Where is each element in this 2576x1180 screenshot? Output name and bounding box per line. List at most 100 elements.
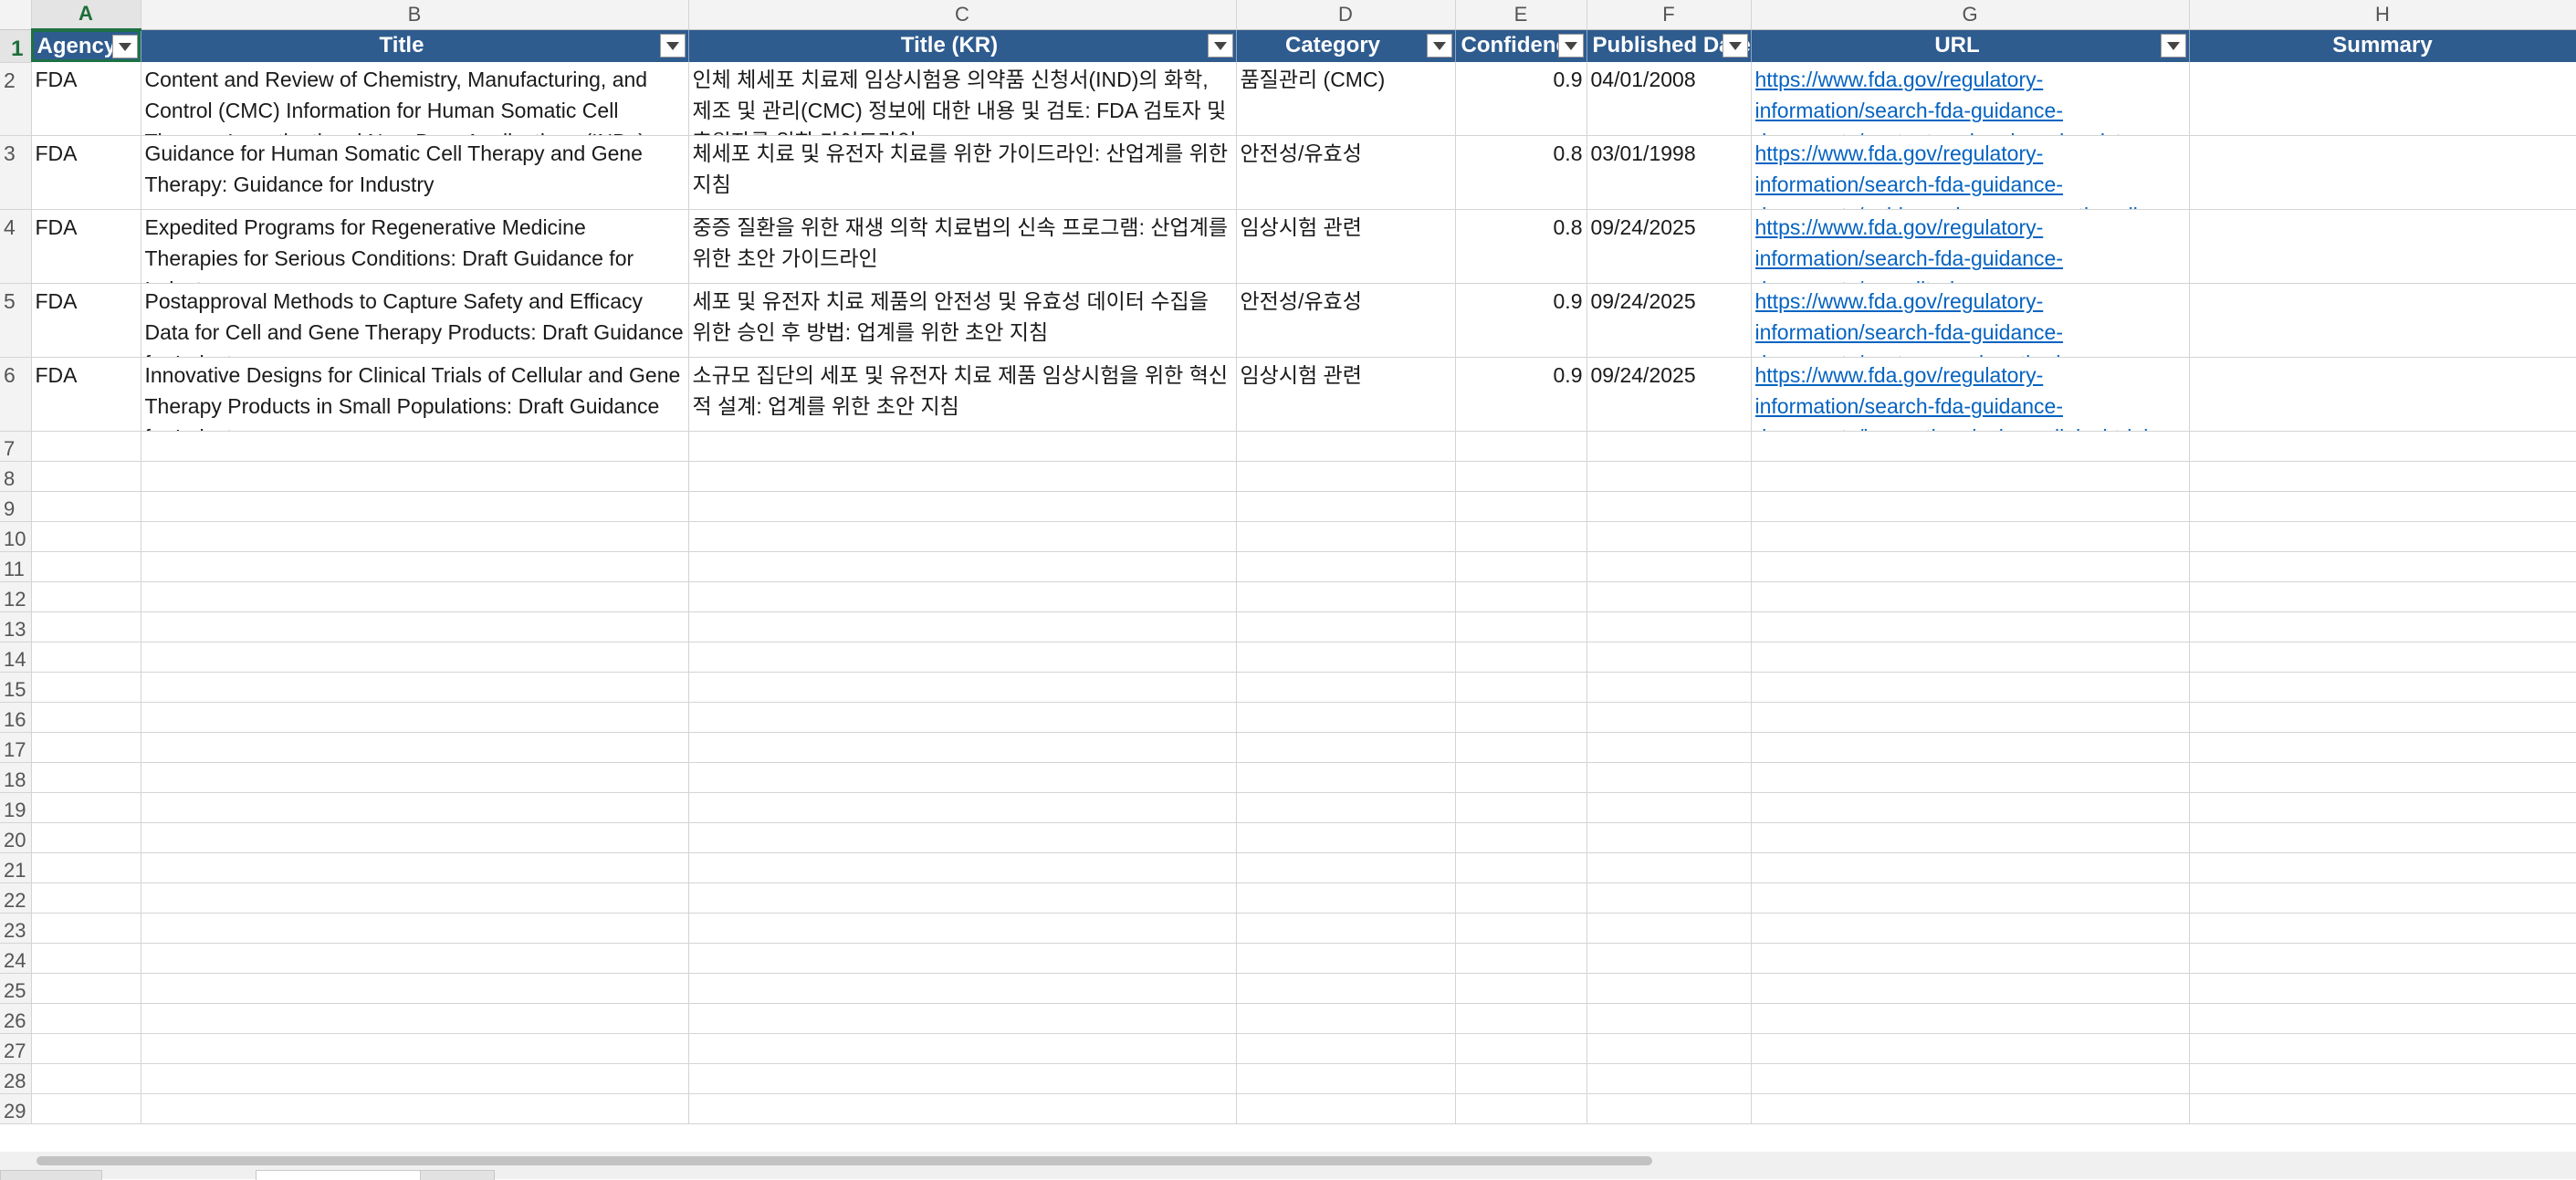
empty-cell[interactable] [2189,431,2576,462]
empty-cell[interactable] [141,852,689,883]
row-number[interactable]: 8 [0,461,32,492]
empty-cell[interactable] [1586,1063,1752,1094]
empty-cell[interactable] [1236,581,1456,612]
sheet-tab[interactable] [256,1170,422,1180]
empty-cell[interactable] [2189,611,2576,642]
empty-cell[interactable] [688,611,1237,642]
empty-cell[interactable] [1586,431,1752,462]
empty-cell[interactable] [1586,521,1752,552]
cell-title-kr[interactable]: 체세포 치료 및 유전자 치료를 위한 가이드라인: 산업계를 위한 지침 [688,135,1237,210]
empty-cell[interactable] [1586,702,1752,733]
empty-cell[interactable] [31,732,141,763]
filter-dropdown-icon[interactable] [1426,33,1452,57]
cell-agency[interactable]: FDA [31,135,141,210]
cell-summary[interactable] [2189,357,2576,432]
empty-cell[interactable] [141,943,689,974]
empty-cell[interactable] [31,762,141,793]
empty-cell[interactable] [1751,792,2190,823]
column-header-f[interactable]: F [1586,0,1752,30]
empty-cell[interactable] [31,672,141,703]
empty-cell[interactable] [1586,762,1752,793]
row-number[interactable]: 9 [0,491,32,522]
empty-cell[interactable] [31,913,141,944]
row-number[interactable]: 21 [0,852,32,883]
empty-cell[interactable] [2189,642,2576,673]
empty-cell[interactable] [2189,1063,2576,1094]
empty-cell[interactable] [1236,732,1456,763]
empty-cell[interactable] [2189,732,2576,763]
row-number[interactable]: 24 [0,943,32,974]
row-number[interactable]: 27 [0,1033,32,1064]
empty-cell[interactable] [1751,672,2190,703]
row-number[interactable]: 25 [0,973,32,1004]
header-cell-published-date[interactable]: Published Date [1586,29,1752,62]
column-header-d[interactable]: D [1236,0,1456,30]
empty-cell[interactable] [688,521,1237,552]
empty-cell[interactable] [1455,672,1587,703]
empty-cell[interactable] [1751,702,2190,733]
cell-summary[interactable] [2189,135,2576,210]
empty-cell[interactable] [31,822,141,853]
empty-cell[interactable] [1586,732,1752,763]
column-header-b[interactable]: B [141,0,689,30]
empty-cell[interactable] [688,852,1237,883]
cell-confidence[interactable]: 0.9 [1455,357,1587,432]
column-header-h[interactable]: H [2189,0,2576,30]
header-cell-title[interactable]: Title [141,29,689,62]
empty-cell[interactable] [1236,521,1456,552]
empty-cell[interactable] [1751,551,2190,582]
empty-cell[interactable] [1236,943,1456,974]
empty-cell[interactable] [141,1003,689,1034]
empty-cell[interactable] [1236,672,1456,703]
row-number[interactable]: 16 [0,702,32,733]
empty-cell[interactable] [141,672,689,703]
filter-dropdown-icon[interactable] [111,34,138,58]
empty-cell[interactable] [1586,461,1752,492]
empty-cell[interactable] [31,581,141,612]
cell-published-date[interactable]: 03/01/1998 [1586,135,1752,210]
empty-cell[interactable] [141,491,689,522]
empty-cell[interactable] [1751,642,2190,673]
empty-cell[interactable] [1455,852,1587,883]
empty-cell[interactable] [31,702,141,733]
cell-published-date[interactable]: 09/24/2025 [1586,357,1752,432]
empty-cell[interactable] [1455,491,1587,522]
empty-cell[interactable] [1586,611,1752,642]
select-all-corner[interactable] [0,0,32,30]
empty-cell[interactable] [2189,672,2576,703]
column-header-c[interactable]: C [688,0,1237,30]
header-cell-summary[interactable]: Summary [2189,29,2576,62]
empty-cell[interactable] [1751,521,2190,552]
empty-cell[interactable] [1236,882,1456,914]
row-number[interactable]: 7 [0,431,32,462]
empty-cell[interactable] [141,702,689,733]
row-number[interactable]: 28 [0,1063,32,1094]
empty-cell[interactable] [688,913,1237,944]
empty-cell[interactable] [1751,973,2190,1004]
cell-confidence[interactable]: 0.8 [1455,209,1587,284]
empty-cell[interactable] [688,642,1237,673]
empty-cell[interactable] [1586,852,1752,883]
empty-cell[interactable] [141,1093,689,1124]
empty-cell[interactable] [1751,1033,2190,1064]
cell-agency[interactable]: FDA [31,283,141,358]
empty-cell[interactable] [688,943,1237,974]
filter-dropdown-icon[interactable] [659,33,686,57]
empty-cell[interactable] [688,461,1237,492]
empty-cell[interactable] [2189,491,2576,522]
header-cell-category[interactable]: Category [1236,29,1456,62]
column-header-e[interactable]: E [1455,0,1587,30]
empty-cell[interactable] [688,431,1237,462]
empty-cell[interactable] [1586,1033,1752,1064]
empty-cell[interactable] [1236,461,1456,492]
empty-cell[interactable] [1236,822,1456,853]
row-number[interactable]: 29 [0,1093,32,1124]
row-number[interactable]: 10 [0,521,32,552]
empty-cell[interactable] [2189,551,2576,582]
filter-dropdown-icon[interactable] [1557,33,1584,57]
empty-cell[interactable] [31,491,141,522]
empty-cell[interactable] [2189,702,2576,733]
empty-cell[interactable] [1236,973,1456,1004]
empty-cell[interactable] [1455,431,1587,462]
empty-cell[interactable] [31,611,141,642]
